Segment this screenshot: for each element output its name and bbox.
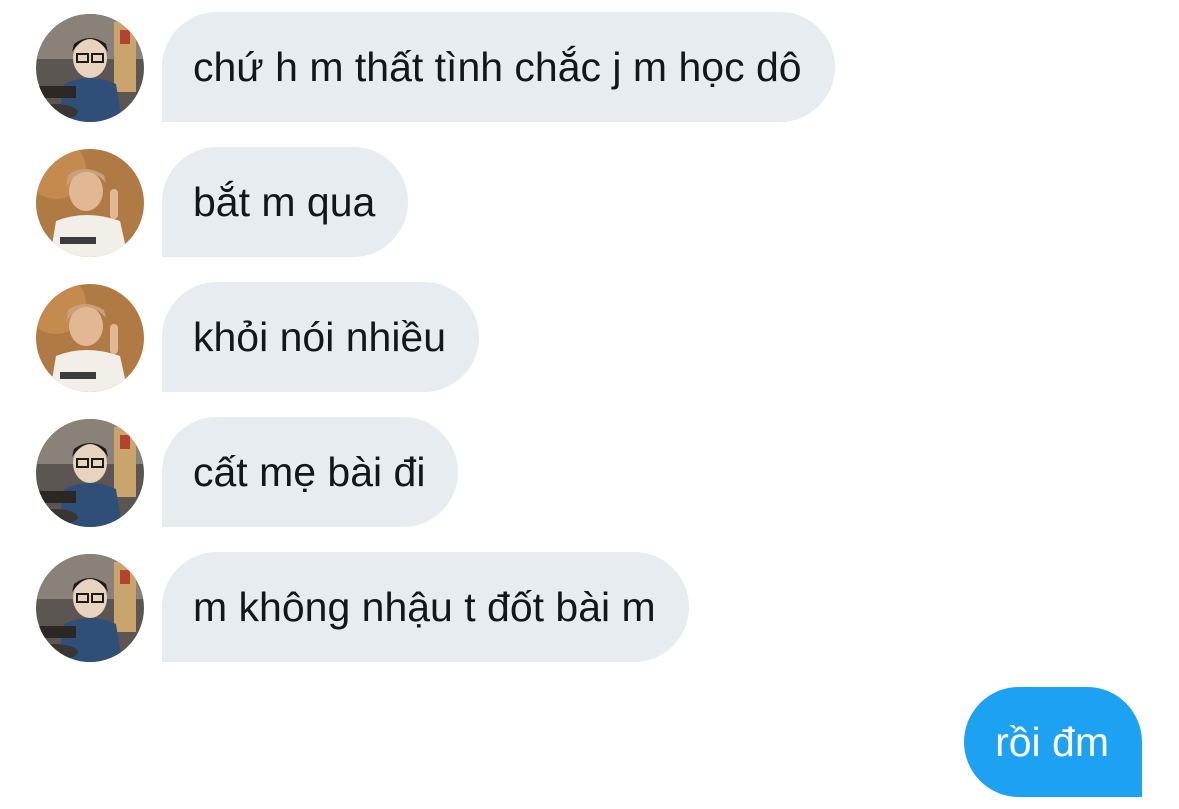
message-row-incoming: cất mẹ bài đi [0,417,1179,529]
avatar-glasses-icon[interactable] [36,419,144,527]
message-bubble[interactable]: chứ h m thất tình chắc j m học dô [162,12,835,122]
message-row-incoming: chứ h m thất tình chắc j m học dô [0,12,1179,124]
message-row-outgoing: rồi đm [0,687,1179,799]
message-bubble[interactable]: khỏi nói nhiều [162,282,480,392]
avatar-white-shirt-icon[interactable] [36,284,144,392]
avatar-glasses-icon[interactable] [36,554,144,662]
avatar-white-shirt-icon[interactable] [36,149,144,257]
message-thread: chứ h m thất tình chắc j m học dô bắt m … [0,0,1179,809]
message-row-incoming: m không nhậu t đốt bài m [0,552,1179,664]
avatar-glasses-icon[interactable] [36,14,144,122]
message-row-incoming: bắt m qua [0,147,1179,259]
message-row-incoming: khỏi nói nhiều [0,282,1179,394]
message-bubble[interactable]: bắt m qua [162,147,409,257]
message-bubble-outgoing[interactable]: rồi đm [964,687,1142,797]
message-bubble[interactable]: m không nhậu t đốt bài m [162,552,689,662]
message-bubble[interactable]: cất mẹ bài đi [162,417,459,527]
